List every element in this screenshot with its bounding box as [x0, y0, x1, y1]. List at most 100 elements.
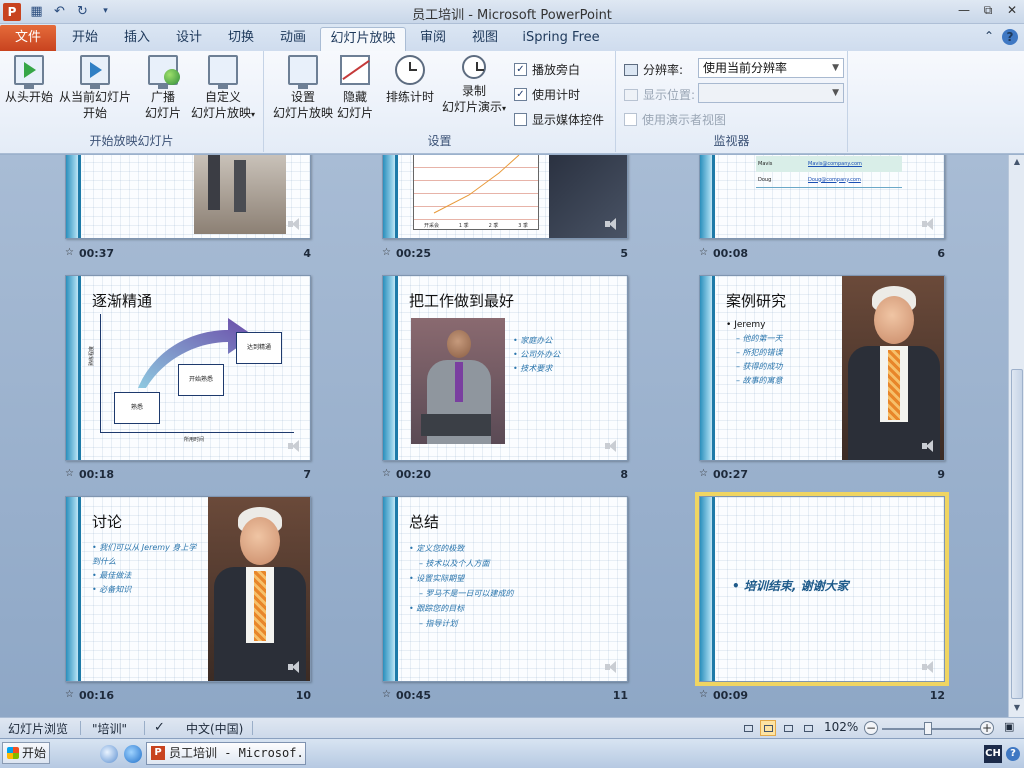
status-separator — [144, 721, 145, 735]
scroll-up-icon[interactable]: ▲ — [1011, 157, 1023, 169]
slide-thumbnail-11[interactable]: 总结 • 定义您的极致 – 技术以及个人方面 • 设置实际期望 – 罗马不是一日… — [382, 496, 628, 682]
setup-slideshow-button[interactable]: 设置 幻灯片放映 — [268, 55, 338, 121]
slide-thumbnail-9[interactable]: 案例研究 • Jeremy – 他的第一天 – 所犯的错误 – 获得的成功 – … — [699, 275, 945, 461]
slide-thumbnail-12[interactable]: • 培训结束, 谢谢大家 — [695, 492, 949, 686]
broadcast-label-1: 广播 — [150, 90, 175, 104]
close-icon[interactable]: ✕ — [1000, 0, 1024, 22]
record-timer-icon — [462, 55, 486, 79]
sub-bullet: – 所犯的错误 — [736, 348, 783, 357]
speaker-icon — [605, 661, 619, 673]
record-label-2: 幻灯片演示 — [441, 100, 502, 114]
slide-thumbnail-8[interactable]: 把工作做到最好 • 家庭办公 • 公司外办公 • 技术要求 — [382, 275, 628, 461]
zoom-out-icon[interactable]: − — [864, 721, 878, 735]
transition-star-icon[interactable]: ☆ — [699, 689, 708, 700]
resolution-dropdown[interactable]: 使用当前分辨率 ▼ — [698, 58, 844, 78]
reading-view-button[interactable] — [780, 720, 796, 736]
hide-label-2: 幻灯片 — [336, 106, 373, 120]
chart-line — [433, 155, 520, 214]
tab-file[interactable]: 文件 — [0, 25, 56, 51]
broadcast-label-2: 幻灯片 — [144, 106, 181, 120]
slide-thumbnail-5[interactable]: 开采会 1 季 2 季 3 季 — [382, 155, 628, 239]
slideshow-view-button[interactable] — [800, 720, 816, 736]
scroll-down-icon[interactable]: ▼ — [1011, 703, 1023, 715]
slideshow-from-current-icon — [80, 55, 110, 89]
internet-explorer-icon[interactable] — [124, 745, 142, 763]
vertical-scrollbar[interactable]: ▲ ▼ — [1008, 155, 1024, 717]
from-beginning-button[interactable]: 从头开始 — [4, 55, 54, 105]
bullet-item: • 跟踪您的目标 — [409, 604, 465, 613]
broadcast-button[interactable]: 广播 幻灯片 — [140, 55, 186, 121]
chevron-down-icon: ▼ — [832, 63, 839, 73]
hide-slide-button[interactable]: 隐藏 幻灯片 — [336, 55, 374, 121]
slide-time: 00:09 — [713, 689, 749, 702]
tab-slideshow[interactable]: 幻灯片放映 — [320, 27, 406, 51]
record-slideshow-button[interactable]: 录制 幻灯片演示▾ — [436, 55, 512, 117]
slide-bullets: • 定义您的极致 – 技术以及个人方面 • 设置实际期望 – 罗马不是一日可以建… — [409, 541, 514, 631]
slide-meta-12: ☆ 00:09 12 — [699, 689, 945, 703]
zoom-slider-thumb[interactable] — [924, 722, 933, 735]
slide-meta-5: ☆ 00:25 5 — [382, 247, 628, 261]
custom-slideshow-icon — [208, 55, 238, 89]
checkbox-presenter-view[interactable]: 使用演示者视图 — [624, 111, 726, 128]
slide-sorter-view-button[interactable] — [760, 720, 776, 736]
email-link[interactable]: Doug@company.com — [808, 177, 861, 183]
minimize-icon[interactable]: — — [952, 0, 976, 22]
slide-thumbnail-7[interactable]: 逐渐精通 熟练程度 所用时间 熟悉 开始熟悉 达到精通 — [65, 275, 311, 461]
transition-star-icon[interactable]: ☆ — [65, 689, 74, 700]
desktop-icon[interactable] — [100, 745, 118, 763]
spellcheck-icon[interactable]: ✓ — [154, 720, 165, 735]
timings-label: 使用计时 — [532, 88, 581, 102]
ime-indicator[interactable]: CH — [984, 745, 1002, 763]
fit-to-window-icon[interactable]: ▣ — [1004, 720, 1014, 733]
slide-time: 00:20 — [396, 468, 432, 481]
checkbox-show-media-controls[interactable]: 显示媒体控件 — [514, 111, 604, 128]
slide-title: 总结 — [409, 513, 440, 531]
bullet-item: • 我们可以从 Jeremy 身上学到什么 — [92, 543, 197, 566]
tab-ispring[interactable]: iSpring Free — [516, 27, 606, 51]
rehearse-clock-icon — [395, 55, 425, 85]
title-bar: P ▦ ↶ ↻ ▾ 员工培训 - Microsoft PowerPoint — … — [0, 0, 1024, 24]
help-icon[interactable]: ? — [1006, 747, 1020, 761]
tab-design[interactable]: 设计 — [166, 27, 212, 51]
show-on-dropdown[interactable]: ▼ — [698, 83, 844, 103]
transition-star-icon[interactable]: ☆ — [382, 247, 391, 258]
ribbon-tabs-right: ⌃ ? — [984, 29, 1018, 45]
email-link[interactable]: Mavis@company.com — [808, 161, 862, 167]
status-language[interactable]: 中文(中国) — [186, 720, 243, 737]
transition-star-icon[interactable]: ☆ — [65, 468, 74, 479]
tab-insert[interactable]: 插入 — [114, 27, 160, 51]
normal-view-button[interactable] — [740, 720, 756, 736]
transition-star-icon[interactable]: ☆ — [382, 689, 391, 700]
tab-animations[interactable]: 动画 — [270, 27, 316, 51]
slide-meta-6: ☆ 00:08 6 — [699, 247, 945, 261]
transition-star-icon[interactable]: ☆ — [699, 247, 708, 258]
slide-bullets: • 我们可以从 Jeremy 身上学到什么 • 最佳做法 • 必备知识 — [92, 541, 202, 597]
slide-time: 00:18 — [79, 468, 115, 481]
tab-home[interactable]: 开始 — [62, 27, 108, 51]
from-current-button[interactable]: 从当前幻灯片 开始 — [58, 55, 132, 121]
custom-slideshow-button[interactable]: 自定义 幻灯片放映▾ — [186, 55, 260, 123]
tab-view[interactable]: 视图 — [462, 27, 508, 51]
speaker-icon — [605, 218, 619, 230]
transition-star-icon[interactable]: ☆ — [382, 468, 391, 479]
windows-logo-icon — [7, 747, 19, 759]
zoom-in-icon[interactable]: + — [980, 721, 994, 735]
slide-thumbnail-6[interactable]: Mavis Mavis@company.com Doug Doug@compan… — [699, 155, 945, 239]
status-theme[interactable]: "培训" — [92, 720, 127, 737]
rehearse-timings-button[interactable]: 排练计时 — [382, 55, 438, 105]
tab-review[interactable]: 审阅 — [410, 27, 456, 51]
scroll-thumb[interactable] — [1011, 369, 1023, 699]
collapse-ribbon-icon[interactable]: ⌃ — [984, 29, 994, 45]
transition-star-icon[interactable]: ☆ — [699, 468, 708, 479]
tab-transitions[interactable]: 切换 — [218, 27, 264, 51]
start-button[interactable]: 开始 — [2, 742, 50, 764]
slide-thumbnail-10[interactable]: 讨论 • 我们可以从 Jeremy 身上学到什么 • 最佳做法 • 必备知识 — [65, 496, 311, 682]
transition-star-icon[interactable]: ☆ — [65, 247, 74, 258]
help-icon[interactable]: ? — [1002, 29, 1018, 45]
zoom-level[interactable]: 102% — [824, 720, 858, 734]
restore-icon[interactable]: ⧉ — [976, 0, 1000, 22]
slide-thumbnail-4[interactable] — [65, 155, 311, 239]
taskbar-powerpoint-button[interactable]: P 员工培训 - Microsof... — [146, 742, 306, 765]
checkbox-use-timings[interactable]: ✓ 使用计时 — [514, 86, 580, 103]
checkbox-play-narrations[interactable]: ✓ 播放旁白 — [514, 61, 580, 78]
